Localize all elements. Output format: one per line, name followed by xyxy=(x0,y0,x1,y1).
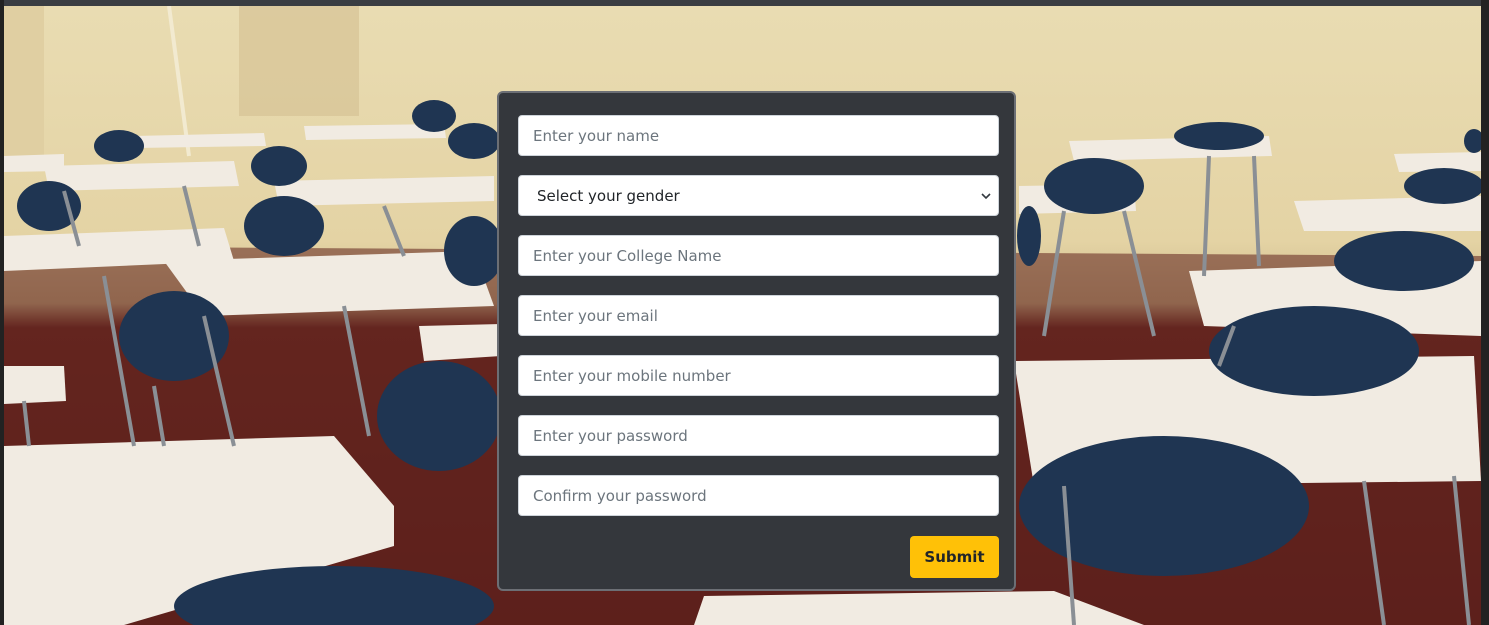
confirm-password-input[interactable] xyxy=(518,475,999,516)
name-input[interactable] xyxy=(518,115,999,156)
mobile-number-input[interactable] xyxy=(518,355,999,396)
right-frame-border xyxy=(1481,0,1489,625)
college-name-input[interactable] xyxy=(518,235,999,276)
submit-button[interactable]: Submit xyxy=(910,536,999,578)
gender-select[interactable]: Select your gender xyxy=(518,175,999,216)
registration-form: Select your gender Submit xyxy=(497,91,1016,591)
password-input[interactable] xyxy=(518,415,999,456)
email-input[interactable] xyxy=(518,295,999,336)
